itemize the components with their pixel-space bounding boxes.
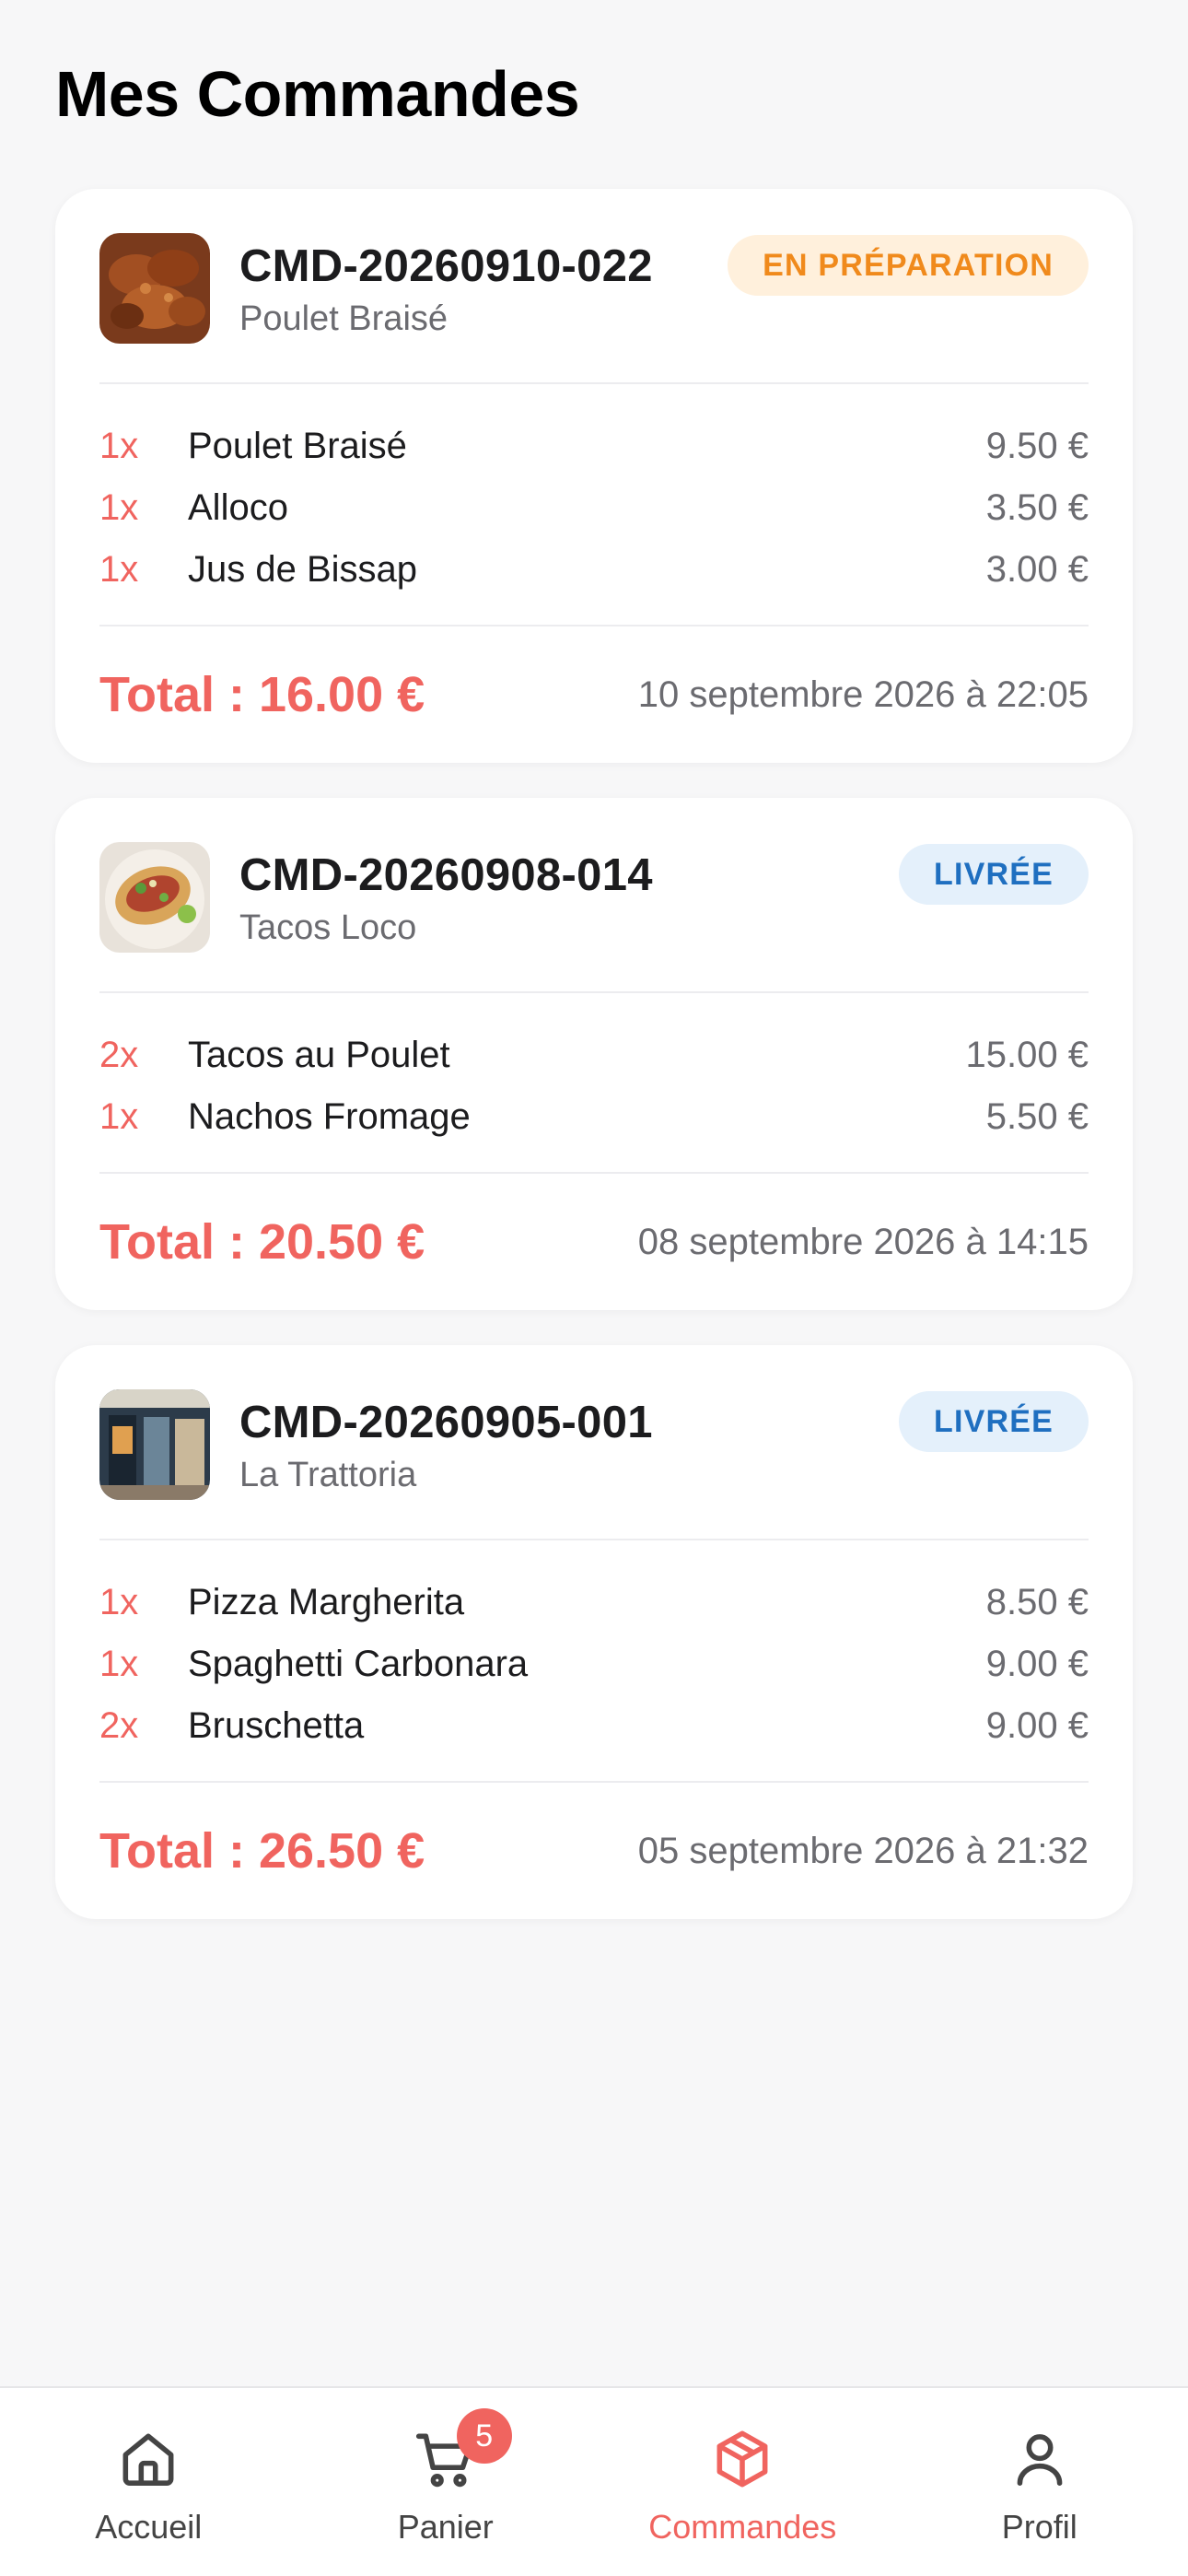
restaurant-name: Poulet Braisé — [239, 299, 448, 338]
order-card[interactable]: CMD-20260910-022 Poulet Braisé EN PRÉPAR… — [55, 189, 1133, 763]
page-title: Mes Commandes — [55, 58, 580, 130]
order-item: 1x Alloco 3.50 € — [99, 477, 1089, 539]
item-name: Spaghetti Carbonara — [188, 1644, 529, 1684]
order-item: 1x Nachos Fromage 5.50 € — [99, 1086, 1089, 1148]
restaurant-name: Tacos Loco — [239, 908, 417, 947]
order-item: 2x Bruschetta 9.00 € — [99, 1695, 1089, 1757]
item-quantity: 2x — [99, 1705, 139, 1746]
order-card[interactable]: CMD-20260908-014 Tacos Loco LIVRÉE 2x Ta… — [55, 798, 1133, 1310]
user-icon — [1017, 2434, 1063, 2486]
order-id: CMD-20260905-001 — [239, 1398, 653, 1447]
item-price: 8.50 € — [985, 1582, 1089, 1622]
order-item: 1x Jus de Bissap 3.00 € — [99, 539, 1089, 601]
tab-panier[interactable]: 5 Panier — [297, 2388, 595, 2576]
tab-label: Commandes — [648, 2508, 837, 2546]
item-quantity: 1x — [99, 549, 139, 590]
item-name: Bruschetta — [188, 1705, 365, 1746]
order-total: Total : 16.00 € — [99, 667, 425, 722]
package-icon — [716, 2430, 768, 2488]
item-quantity: 1x — [99, 1582, 139, 1622]
item-name: Poulet Braisé — [188, 426, 407, 466]
bottom-tab-bar: Accueil 5 Panier Commandes Profil — [0, 2386, 1188, 2576]
item-quantity: 1x — [99, 1644, 139, 1684]
status-badge: EN PRÉPARATION — [728, 235, 1089, 296]
cart-count-badge: 5 — [456, 2408, 512, 2464]
item-price: 3.50 € — [985, 487, 1089, 528]
order-header: CMD-20260908-014 Tacos Loco LIVRÉE — [99, 842, 1089, 956]
order-footer: Total : 16.00 € 10 septembre 2026 à 22:0… — [99, 626, 1089, 763]
orders-list: CMD-20260910-022 Poulet Braisé EN PRÉPAR… — [55, 189, 1133, 1954]
status-badge: LIVRÉE — [898, 1391, 1089, 1452]
order-footer: Total : 26.50 € 05 septembre 2026 à 21:3… — [99, 1783, 1089, 1919]
item-price: 5.50 € — [985, 1096, 1089, 1137]
order-date: 10 septembre 2026 à 22:05 — [637, 673, 1089, 715]
order-info: CMD-20260910-022 Poulet Braisé — [239, 233, 728, 342]
order-items: 1x Pizza Margherita 8.50 € 1x Spaghetti … — [99, 1540, 1089, 1781]
item-price: 9.50 € — [985, 426, 1089, 466]
order-date: 08 septembre 2026 à 14:15 — [637, 1221, 1089, 1262]
order-info: CMD-20260905-001 La Trattoria — [239, 1389, 899, 1498]
item-name: Alloco — [188, 487, 288, 528]
order-item: 1x Poulet Braisé 9.50 € — [99, 416, 1089, 477]
item-name: Tacos au Poulet — [188, 1035, 450, 1075]
item-price: 15.00 € — [965, 1035, 1089, 1075]
item-name: Nachos Fromage — [188, 1096, 471, 1137]
order-total: Total : 20.50 € — [99, 1214, 425, 1270]
item-quantity: 1x — [99, 487, 139, 528]
tab-profil[interactable]: Profil — [891, 2388, 1188, 2576]
item-price: 9.00 € — [985, 1644, 1089, 1684]
order-info: CMD-20260908-014 Tacos Loco — [239, 842, 899, 951]
item-name: Pizza Margherita — [188, 1582, 465, 1622]
order-id: CMD-20260910-022 — [239, 241, 653, 291]
item-quantity: 1x — [99, 426, 139, 466]
order-total: Total : 26.50 € — [99, 1823, 425, 1879]
status-badge: LIVRÉE — [898, 844, 1089, 905]
item-quantity: 2x — [99, 1035, 139, 1075]
item-name: Jus de Bissap — [188, 549, 418, 590]
order-item: 2x Tacos au Poulet 15.00 € — [99, 1025, 1089, 1086]
order-item: 1x Spaghetti Carbonara 9.00 € — [99, 1633, 1089, 1695]
restaurant-name: La Trattoria — [239, 1456, 417, 1494]
item-price: 3.00 € — [985, 549, 1089, 590]
restaurant-thumbnail — [99, 842, 210, 953]
restaurant-thumbnail — [99, 1389, 210, 1500]
home-icon — [122, 2433, 174, 2486]
orders-screen: Mes Commandes CMD-20260910-022 Poulet Br… — [0, 0, 1188, 2576]
restaurant-thumbnail — [99, 233, 210, 344]
tab-label: Accueil — [95, 2508, 203, 2546]
order-footer: Total : 20.50 € 08 septembre 2026 à 14:1… — [99, 1174, 1089, 1310]
order-date: 05 septembre 2026 à 21:32 — [637, 1830, 1089, 1871]
order-item: 1x Pizza Margherita 8.50 € — [99, 1572, 1089, 1633]
order-header: CMD-20260910-022 Poulet Braisé EN PRÉPAR… — [99, 233, 1089, 347]
item-price: 9.00 € — [985, 1705, 1089, 1746]
tab-commandes[interactable]: Commandes — [594, 2388, 891, 2576]
order-header: CMD-20260905-001 La Trattoria LIVRÉE — [99, 1389, 1089, 1504]
order-id: CMD-20260908-014 — [239, 850, 653, 900]
tab-label: Profil — [1001, 2508, 1077, 2546]
item-quantity: 1x — [99, 1096, 139, 1137]
tab-accueil[interactable]: Accueil — [0, 2388, 297, 2576]
order-card[interactable]: CMD-20260905-001 La Trattoria LIVRÉE 1x … — [55, 1345, 1133, 1919]
order-items: 1x Poulet Braisé 9.50 € 1x Alloco 3.50 €… — [99, 384, 1089, 625]
tab-label: Panier — [397, 2508, 494, 2546]
order-items: 2x Tacos au Poulet 15.00 € 1x Nachos Fro… — [99, 993, 1089, 1172]
